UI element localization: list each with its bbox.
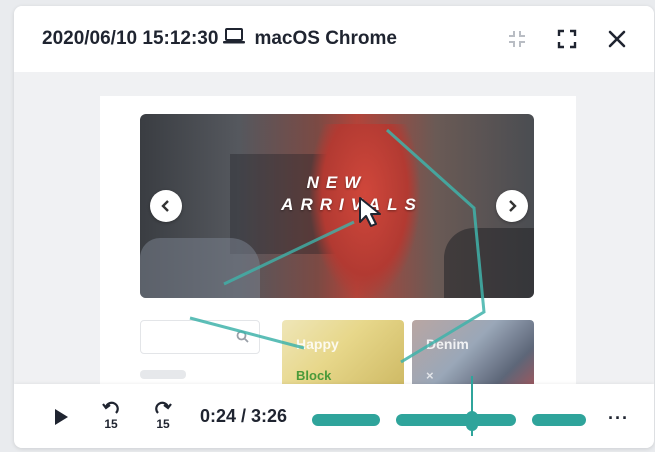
player-controls: 15 15 0:24 / 3:26 ··· xyxy=(14,376,654,448)
timeline-segment[interactable] xyxy=(396,414,516,426)
recording-viewport: NEW ARRIVALS Happy Block Denim × xyxy=(14,72,654,384)
session-timestamp: 2020/06/10 15:12:30 xyxy=(42,28,219,49)
session-title: 2020/06/10 15:12:30 macOS Chrome xyxy=(42,27,397,51)
rewind-15-button[interactable]: 15 xyxy=(96,396,126,436)
mouse-trail xyxy=(189,128,486,364)
session-replay-panel: 2020/06/10 15:12:30 macOS Chrome NEW ARR… xyxy=(14,6,654,448)
session-device: macOS Chrome xyxy=(254,28,397,49)
rewind-icon xyxy=(102,401,119,414)
timeline-segment[interactable] xyxy=(532,414,586,426)
fullscreen-icon[interactable] xyxy=(554,26,580,52)
more-options-button[interactable]: ··· xyxy=(608,408,629,429)
rewind-label: 15 xyxy=(104,417,118,431)
forward-label: 15 xyxy=(156,417,170,431)
forward-15-button[interactable]: 15 xyxy=(148,396,178,436)
play-icon xyxy=(55,409,68,425)
play-button[interactable] xyxy=(48,404,74,430)
collapse-icon[interactable] xyxy=(504,26,530,52)
timeline-scrubber-handle[interactable] xyxy=(466,411,478,431)
replay-header: 2020/06/10 15:12:30 macOS Chrome xyxy=(14,6,654,72)
close-icon[interactable] xyxy=(604,26,630,52)
timeline-segment[interactable] xyxy=(312,414,380,426)
forward-icon xyxy=(155,401,172,414)
playback-time: 0:24 / 3:26 xyxy=(200,406,288,426)
laptop-icon xyxy=(222,27,246,51)
